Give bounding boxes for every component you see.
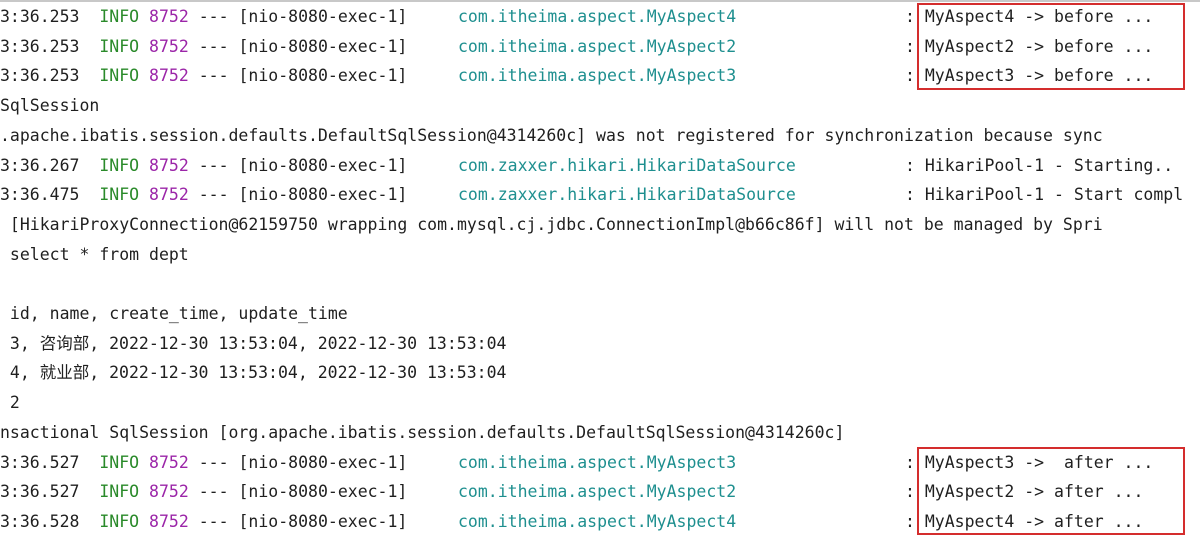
- log-logger-name: com.itheima.aspect.MyAspect4: [458, 511, 737, 531]
- log-message-wrap: : MyAspect3 -> before ...: [905, 61, 1153, 91]
- log-thread: [nio-8080-exec-1]: [238, 36, 408, 56]
- log-pid: 8752: [149, 452, 189, 472]
- log-timestamp: 3:36.527: [0, 452, 80, 472]
- log-level: INFO: [99, 511, 140, 531]
- log-separator: ---: [198, 482, 229, 502]
- log-timestamp: 3:36.527: [0, 482, 80, 502]
- log-pid: 8752: [149, 155, 189, 175]
- log-message-wrap: : HikariPool-1 - Start compl: [905, 180, 1183, 210]
- log-message-wrap: : MyAspect3 -> after ...: [905, 448, 1153, 478]
- log-level: INFO: [99, 7, 140, 26]
- log-line: 3:36.527 INFO 8752 --- [nio-8080-exec-1]…: [0, 448, 1200, 478]
- console-text-line: [HikariProxyConnection@62159750 wrapping…: [0, 214, 1103, 234]
- log-timestamp: 3:36.253: [0, 66, 80, 86]
- log-logger-name: com.itheima.aspect.MyAspect3: [458, 452, 737, 472]
- log-pid: 8752: [149, 511, 189, 531]
- log-level: INFO: [99, 36, 140, 56]
- log-message-wrap: : MyAspect2 -> after ...: [905, 477, 1143, 507]
- log-thread: [nio-8080-exec-1]: [238, 66, 408, 86]
- log-message: MyAspect3 -> after ...: [924, 452, 1154, 472]
- log-separator: ---: [198, 155, 229, 175]
- log-level: INFO: [99, 452, 140, 472]
- log-logger-name: com.itheima.aspect.MyAspect4: [458, 7, 737, 26]
- console-text-line: 3, 咨询部, 2022-12-30 13:53:04, 2022-12-30 …: [0, 333, 507, 353]
- log-pid: 8752: [149, 185, 189, 205]
- log-separator: ---: [198, 36, 229, 56]
- log-message-wrap: : MyAspect2 -> before ...: [905, 32, 1153, 62]
- log-message-wrap: : HikariPool-1 - Starting..: [905, 151, 1173, 181]
- log-colon: :: [905, 7, 915, 26]
- log-line: 3:36.253 INFO 8752 --- [nio-8080-exec-1]…: [0, 61, 1200, 91]
- log-level: INFO: [99, 66, 140, 86]
- log-level: INFO: [99, 155, 140, 175]
- log-message-wrap: : MyAspect4 -> before ...: [905, 2, 1153, 32]
- log-message: HikariPool-1 - Starting..: [924, 155, 1174, 175]
- console-text-line: nsactional SqlSession [org.apache.ibatis…: [0, 422, 845, 442]
- log-line: 3:36.267 INFO 8752 --- [nio-8080-exec-1]…: [0, 151, 1200, 181]
- log-thread: [nio-8080-exec-1]: [238, 185, 408, 205]
- log-message: MyAspect3 -> before ...: [924, 66, 1154, 86]
- log-separator: ---: [198, 511, 229, 531]
- log-message: HikariPool-1 - Start compl: [924, 185, 1184, 205]
- console-text-line: .apache.ibatis.session.defaults.DefaultS…: [0, 125, 1103, 145]
- log-colon: :: [905, 482, 915, 502]
- log-colon: :: [905, 36, 915, 56]
- log-timestamp: 3:36.475: [0, 185, 80, 205]
- log-colon: :: [905, 452, 915, 472]
- log-thread: [nio-8080-exec-1]: [238, 482, 408, 502]
- log-timestamp: 3:36.253: [0, 36, 80, 56]
- log-line: 3:36.528 INFO 8752 --- [nio-8080-exec-1]…: [0, 507, 1200, 535]
- log-thread: [nio-8080-exec-1]: [238, 155, 408, 175]
- log-message: MyAspect4 -> after ...: [924, 511, 1144, 531]
- log-line: 3:36.253 INFO 8752 --- [nio-8080-exec-1]…: [0, 32, 1200, 62]
- log-logger-name: com.zaxxer.hikari.HikariDataSource: [458, 155, 796, 175]
- log-pid: 8752: [149, 7, 189, 26]
- log-colon: :: [905, 155, 915, 175]
- console-text-line: [0, 269, 1200, 299]
- log-logger-name: com.itheima.aspect.MyAspect2: [458, 482, 737, 502]
- log-pid: 8752: [149, 66, 189, 86]
- log-thread: [nio-8080-exec-1]: [238, 452, 408, 472]
- log-logger-name: com.itheima.aspect.MyAspect2: [458, 36, 737, 56]
- log-separator: ---: [198, 7, 229, 26]
- log-pid: 8752: [149, 482, 189, 502]
- log-colon: :: [905, 66, 915, 86]
- log-message: MyAspect2 -> before ...: [924, 36, 1154, 56]
- log-thread: [nio-8080-exec-1]: [238, 511, 408, 531]
- log-line: 3:36.527 INFO 8752 --- [nio-8080-exec-1]…: [0, 477, 1200, 507]
- log-logger-name: com.zaxxer.hikari.HikariDataSource: [458, 185, 796, 205]
- log-separator: ---: [198, 66, 229, 86]
- log-separator: ---: [198, 185, 229, 205]
- console-text-line: 4, 就业部, 2022-12-30 13:53:04, 2022-12-30 …: [0, 363, 507, 383]
- log-timestamp: 3:36.267: [0, 155, 80, 175]
- log-line: 3:36.253 INFO 8752 --- [nio-8080-exec-1]…: [0, 2, 1200, 32]
- log-thread: [nio-8080-exec-1]: [238, 7, 408, 26]
- console-text-line: 2: [0, 393, 20, 413]
- log-pid: 8752: [149, 36, 189, 56]
- log-colon: :: [905, 185, 915, 205]
- log-message: MyAspect4 -> before ...: [924, 7, 1154, 26]
- console-text-line: select * from dept: [0, 244, 189, 264]
- log-line: 3:36.475 INFO 8752 --- [nio-8080-exec-1]…: [0, 180, 1200, 210]
- log-timestamp: 3:36.528: [0, 511, 80, 531]
- console-output: 3:36.253 INFO 8752 --- [nio-8080-exec-1]…: [0, 0, 1200, 535]
- log-message: MyAspect2 -> after ...: [924, 482, 1144, 502]
- console-text-line: id, name, create_time, update_time: [0, 304, 348, 323]
- log-separator: ---: [198, 452, 229, 472]
- log-logger-name: com.itheima.aspect.MyAspect3: [458, 66, 737, 86]
- log-colon: :: [905, 511, 915, 531]
- log-level: INFO: [99, 482, 140, 502]
- log-message-wrap: : MyAspect4 -> after ...: [905, 507, 1143, 535]
- console-text-line: SqlSession: [0, 96, 100, 116]
- log-timestamp: 3:36.253: [0, 7, 80, 26]
- log-level: INFO: [99, 185, 140, 205]
